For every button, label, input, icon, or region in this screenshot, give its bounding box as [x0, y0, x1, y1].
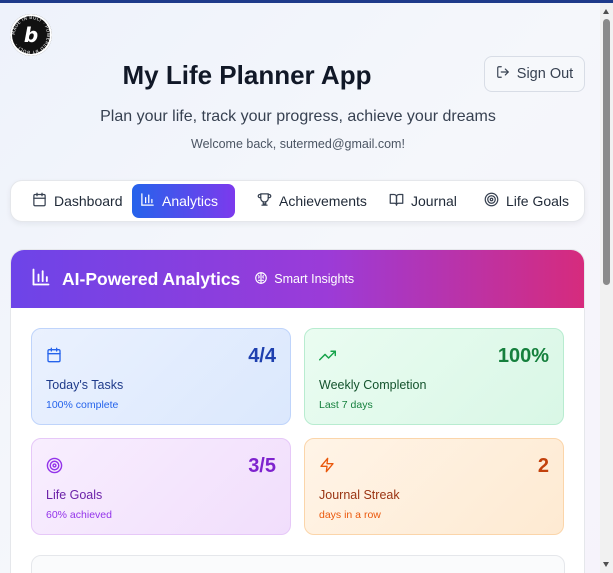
svg-text:MADE IN BOLT · POWERED BY BOLT: MADE IN BOLT · POWERED BY BOLT ·	[11, 15, 51, 55]
sign-out-button[interactable]: Sign Out	[484, 56, 585, 92]
top-accent-line	[0, 0, 613, 3]
badge-ring: MADE IN BOLT · POWERED BY BOLT ·	[11, 15, 51, 55]
analytics-title: AI-Powered Analytics	[62, 268, 241, 289]
tab-achievements[interactable]: Achievements	[249, 184, 375, 218]
bar-chart-icon	[140, 192, 155, 210]
card-label: Today's Tasks	[46, 378, 124, 392]
tab-label: Journal	[411, 193, 457, 209]
sign-out-label: Sign Out	[516, 66, 574, 82]
lightning-icon	[319, 457, 335, 478]
scrollbar-thumb[interactable]	[603, 19, 610, 285]
book-open-icon	[389, 192, 404, 210]
page-title: My Life Planner App	[122, 60, 372, 90]
brain-icon	[254, 271, 268, 288]
life-goals-card[interactable]: 3/5 Life Goals 60% achieved	[31, 438, 291, 535]
todays-tasks-card[interactable]: 4/4 Today's Tasks 100% complete	[31, 328, 291, 425]
weekly-completion-card[interactable]: 100% Weekly Completion Last 7 days	[304, 328, 564, 425]
tab-dashboard[interactable]: Dashboard	[24, 184, 131, 218]
scroll-up-arrow[interactable]	[603, 9, 609, 14]
tab-analytics[interactable]: Analytics	[132, 184, 235, 218]
card-value: 4/4	[248, 345, 276, 367]
bar-chart-icon	[31, 267, 51, 292]
smart-insights-label: Smart Insights	[254, 271, 354, 288]
card-label: Life Goals	[46, 488, 103, 502]
welcome-message: Welcome back, sutermed@gmail.com!	[191, 137, 405, 151]
journal-streak-card[interactable]: 2 Journal Streak days in a row	[304, 438, 564, 535]
target-icon	[46, 457, 63, 479]
logout-icon	[496, 65, 510, 83]
card-subtext: 100% complete	[46, 399, 119, 411]
tab-life-goals[interactable]: Life Goals	[476, 184, 577, 218]
insights-card	[31, 555, 565, 573]
card-value: 100%	[497, 345, 549, 367]
analytics-header: AI-Powered Analytics Smart Insights	[11, 250, 584, 308]
tab-label: Analytics	[162, 193, 219, 209]
vertical-scrollbar[interactable]	[600, 3, 613, 573]
calendar-icon	[46, 347, 62, 368]
tab-label: Life Goals	[506, 193, 570, 209]
tab-label: Achievements	[279, 193, 367, 209]
target-icon	[484, 192, 499, 210]
tab-label: Dashboard	[54, 193, 123, 209]
main-tabs: Dashboard Analytics Achievements Journal…	[10, 180, 585, 222]
card-subtext: days in a row	[319, 509, 381, 521]
analytics-panel: AI-Powered Analytics Smart Insights 4/4 …	[10, 249, 585, 573]
scroll-down-arrow[interactable]	[603, 562, 609, 567]
card-label: Weekly Completion	[319, 378, 427, 392]
page-subtitle: Plan your life, track your progress, ach…	[100, 108, 496, 125]
trophy-icon	[257, 192, 272, 210]
card-subtext: 60% achieved	[46, 509, 112, 521]
card-subtext: Last 7 days	[319, 399, 373, 411]
card-value: 3/5	[248, 455, 276, 477]
smart-insights-text: Smart Insights	[274, 272, 355, 286]
bolt-badge[interactable]: MADE IN BOLT · POWERED BY BOLT · b	[10, 14, 52, 56]
card-value: 2	[537, 455, 549, 477]
card-label: Journal Streak	[319, 488, 400, 502]
calendar-icon	[32, 192, 47, 210]
tab-journal[interactable]: Journal	[381, 184, 465, 218]
trending-up-icon	[319, 347, 336, 369]
